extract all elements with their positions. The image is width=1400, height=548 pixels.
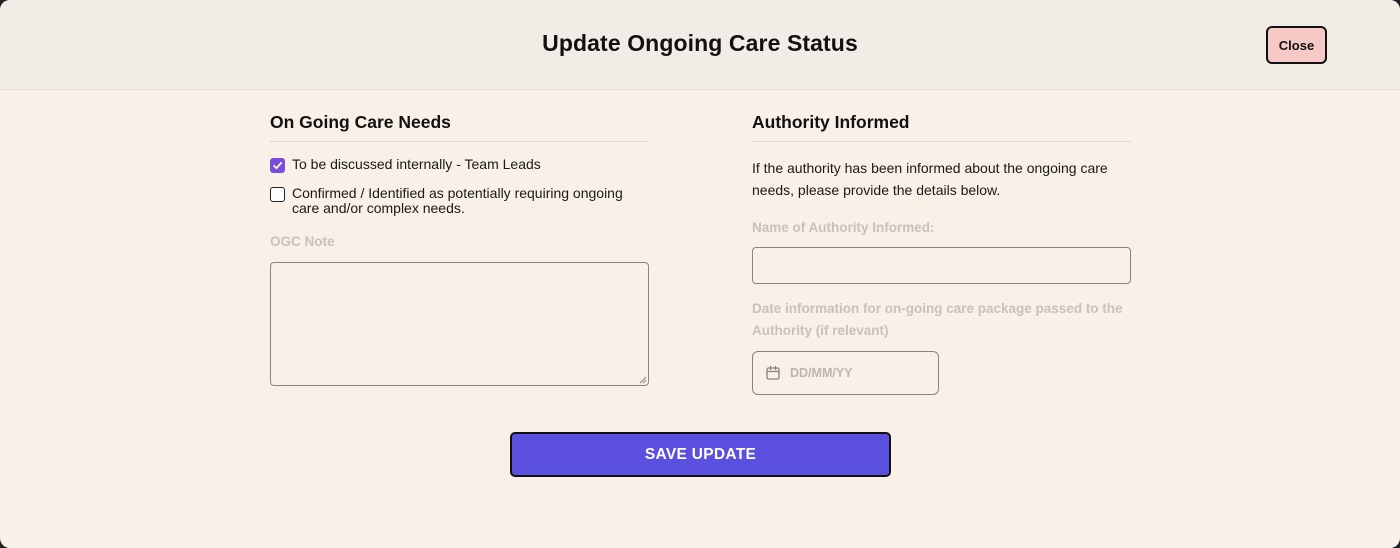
care-needs-title: On Going Care Needs	[270, 112, 451, 132]
authority-divider	[752, 141, 1131, 142]
ogc-note-label: OGC Note	[270, 234, 335, 249]
option-discussed-internally[interactable]: To be discussed internally - Team Leads	[270, 157, 541, 173]
close-button[interactable]: Close	[1266, 26, 1327, 64]
checkbox-discussed-internally[interactable]	[270, 158, 285, 173]
date-passed-input[interactable]: DD/MM/YY	[752, 351, 939, 395]
checkbox-confirmed-identified[interactable]	[270, 187, 285, 202]
option-confirmed-identified[interactable]: Confirmed / Identified as potentially re…	[270, 186, 630, 216]
date-placeholder: DD/MM/YY	[790, 366, 853, 380]
authority-title: Authority Informed	[752, 112, 910, 132]
date-passed-label: Date information for on-going care packa…	[752, 301, 1123, 338]
care-needs-divider	[270, 141, 649, 142]
check-icon	[273, 161, 283, 170]
save-update-button[interactable]: SAVE UPDATE	[510, 432, 891, 477]
option-label: To be discussed internally - Team Leads	[292, 156, 541, 172]
resize-grip-icon[interactable]	[639, 376, 647, 384]
authority-name-input[interactable]	[752, 247, 1131, 284]
update-care-status-modal: Update Ongoing Care Status Close On Goin…	[0, 0, 1400, 548]
ogc-note-textarea[interactable]	[270, 262, 649, 386]
authority-name-label: Name of Authority Informed:	[752, 220, 935, 235]
option-label: Confirmed / Identified as potentially re…	[292, 185, 623, 216]
calendar-icon	[766, 365, 780, 380]
modal-title: Update Ongoing Care Status	[542, 30, 858, 56]
authority-description: If the authority has been informed about…	[752, 160, 1108, 198]
modal-header: Update Ongoing Care Status Close	[0, 0, 1400, 90]
